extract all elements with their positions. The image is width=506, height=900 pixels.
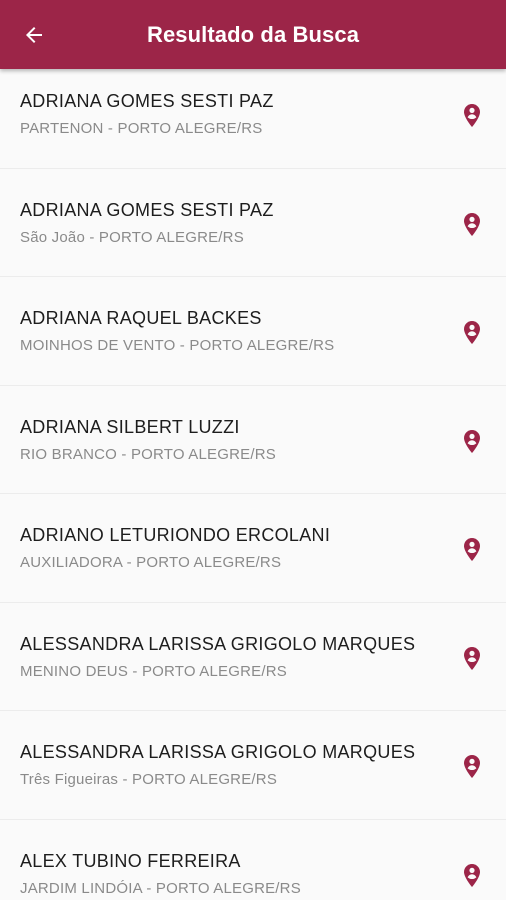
result-name: ADRIANA GOMES SESTI PAZ (20, 91, 274, 111)
map-pin-icon[interactable] (460, 428, 484, 456)
list-item[interactable]: ADRIANA GOMES SESTI PAZ São João - PORTO… (0, 168, 506, 277)
result-name: ADRIANO LETURIONDO ERCOLANI (20, 525, 331, 545)
map-pin-icon[interactable] (460, 102, 484, 130)
map-pin-icon[interactable] (460, 536, 484, 564)
list-item[interactable]: ALESSANDRA LARISSA GRIGOLO MARQUES MENIN… (0, 602, 506, 711)
result-location: JARDIM LINDÓIA - PORTO ALEGRE/RS (20, 879, 301, 897)
result-name: ALESSANDRA LARISSA GRIGOLO MARQUES (20, 742, 416, 762)
result-location: MOINHOS DE VENTO - PORTO ALEGRE/RS (20, 337, 335, 354)
map-pin-icon[interactable] (460, 753, 484, 781)
result-location: Três Figueiras - PORTO ALEGRE/RS (20, 771, 278, 788)
list-item[interactable]: ALEX TUBINO FERREIRA JARDIM LINDÓIA - PO… (0, 819, 506, 900)
result-location: PARTENON - PORTO ALEGRE/RS (20, 120, 263, 137)
result-location: São João - PORTO ALEGRE/RS (20, 228, 244, 246)
result-name: ADRIANA RAQUEL BACKES (20, 308, 262, 328)
result-name: ADRIANA GOMES SESTI PAZ (20, 199, 274, 220)
result-location: AUXILIADORA - PORTO ALEGRE/RS (20, 554, 282, 571)
map-pin-icon[interactable] (460, 319, 484, 347)
page-title: Resultado da Busca (146, 21, 360, 47)
list-item[interactable]: ADRIANO LETURIONDO ERCOLANI AUXILIADORA … (0, 494, 506, 603)
result-location: RIO BRANCO - PORTO ALEGRE/RS (20, 445, 276, 463)
result-name: ALESSANDRA LARISSA GRIGOLO MARQUES (20, 633, 416, 654)
map-pin-icon[interactable] (460, 645, 484, 673)
result-name: ADRIANA SILBERT LUZZI (20, 416, 240, 437)
result-location: MENINO DEUS - PORTO ALEGRE/RS (20, 662, 287, 680)
list-item[interactable]: ADRIANA GOMES SESTI PAZ PARTENON - PORTO… (0, 60, 506, 169)
list-item[interactable]: ALESSANDRA LARISSA GRIGOLO MARQUES Três … (0, 711, 506, 820)
list-item[interactable]: ADRIANA SILBERT LUZZI RIO BRANCO - PORTO… (0, 385, 506, 494)
map-pin-icon[interactable] (460, 211, 484, 239)
list-item[interactable]: ADRIANA RAQUEL BACKES MOINHOS DE VENTO -… (0, 277, 506, 386)
results-list: ADRIANA GOMES SESTI PAZ PARTENON - PORTO… (0, 60, 506, 900)
app-bar: Resultado da Busca (0, 0, 506, 69)
map-pin-icon[interactable] (460, 862, 484, 890)
result-name: ALEX TUBINO FERREIRA (20, 850, 241, 871)
